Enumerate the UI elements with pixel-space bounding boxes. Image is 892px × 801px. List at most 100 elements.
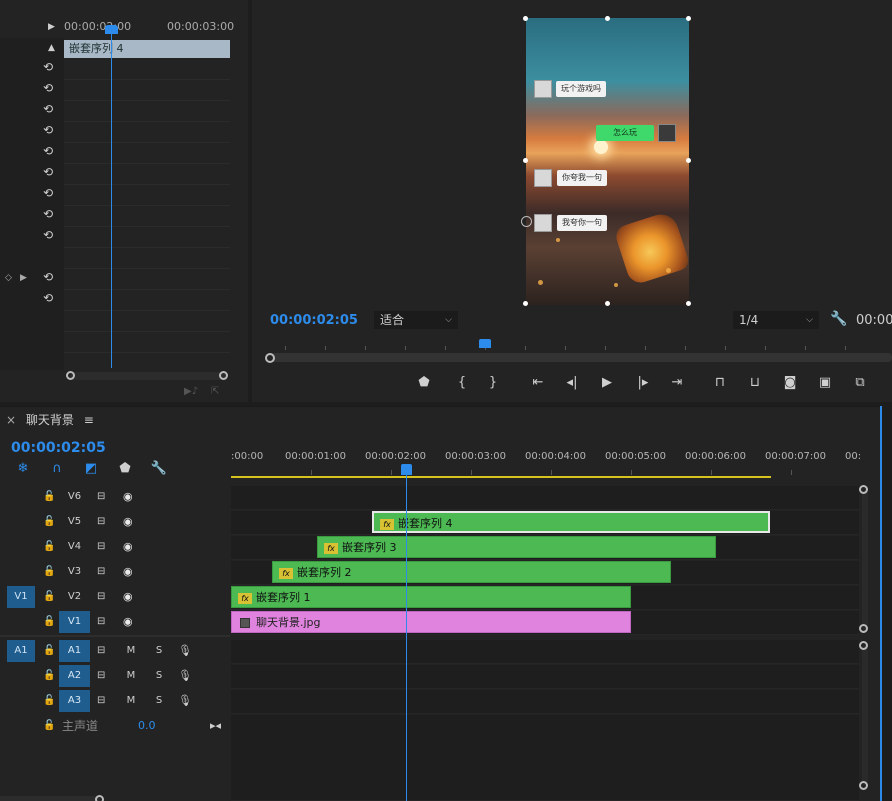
snap-magnet-icon[interactable]: ∩: [48, 460, 66, 478]
reset-icon[interactable]: ⟲: [40, 270, 56, 284]
clip-nested-1[interactable]: fx 嵌套序列 1: [231, 586, 631, 608]
export-icon[interactable]: ⇱: [211, 386, 219, 397]
monitor-playhead[interactable]: [479, 339, 491, 348]
sync-lock-icon[interactable]: ⊟: [97, 511, 111, 533]
lock-icon[interactable]: 🔓: [43, 486, 55, 508]
sync-lock-icon[interactable]: ⊟: [97, 486, 111, 508]
clip-nested-3[interactable]: fx 嵌套序列 3: [317, 536, 716, 558]
wrench-icon[interactable]: 🔧: [830, 311, 847, 327]
track-target-a2[interactable]: A2: [59, 665, 90, 687]
scroll-handle-bottom[interactable]: [859, 624, 868, 633]
mic-icon[interactable]: 🎙: [178, 665, 192, 687]
mic-icon[interactable]: 🎙: [178, 640, 192, 662]
step-forward-icon[interactable]: |▸: [633, 374, 653, 392]
go-to-out-icon[interactable]: ⇥: [667, 374, 687, 392]
lane-a1[interactable]: [231, 640, 859, 664]
fit-dropdown[interactable]: 适合 ⌵: [374, 311, 458, 329]
monitor-zoom-handle[interactable]: [265, 353, 275, 363]
resolution-dropdown[interactable]: 1/4 ⌵: [733, 311, 819, 329]
transform-handle[interactable]: [686, 158, 691, 163]
scroll-handle-top[interactable]: [859, 641, 868, 650]
solo-button[interactable]: S: [153, 690, 165, 712]
lane-v6[interactable]: [231, 486, 859, 510]
next-keyframe-icon[interactable]: ▶: [20, 273, 27, 283]
track-target-a1[interactable]: A1: [59, 640, 90, 662]
transform-handle[interactable]: [686, 301, 691, 306]
keyframe-diamond-icon[interactable]: ◇: [5, 273, 12, 283]
reset-icon[interactable]: ⟲: [40, 144, 56, 158]
reset-icon[interactable]: ⟲: [40, 228, 56, 242]
reset-icon[interactable]: ⟲: [40, 291, 56, 305]
timeline-timecode[interactable]: 00:00:02:05: [11, 440, 106, 456]
scroll-handle-top[interactable]: [859, 485, 868, 494]
anchor-point-icon[interactable]: [521, 216, 532, 227]
timeline-playhead-handle[interactable]: [401, 464, 412, 475]
sync-lock-icon[interactable]: ⊟: [97, 611, 111, 633]
ec-zoom-scrollbar[interactable]: [70, 372, 228, 380]
add-marker-icon[interactable]: ⬟: [116, 460, 134, 478]
go-to-end-icon[interactable]: ▸◂: [210, 715, 221, 737]
ec-zoom-handle-left[interactable]: [66, 371, 75, 380]
sync-lock-icon[interactable]: ⊟: [97, 665, 111, 687]
track-target-a3[interactable]: A3: [59, 690, 90, 712]
lane-a3[interactable]: [231, 690, 859, 714]
work-area-bar[interactable]: [231, 476, 771, 478]
step-back-icon[interactable]: ◂|: [562, 374, 582, 392]
reset-icon[interactable]: ⟲: [40, 81, 56, 95]
ec-zoom-handle-right[interactable]: [219, 371, 228, 380]
video-vertical-scrollbar[interactable]: [862, 490, 868, 630]
linked-selection-icon[interactable]: ◩: [82, 460, 100, 478]
ec-clip-bar[interactable]: 嵌套序列 4: [64, 40, 230, 58]
lock-icon[interactable]: 🔓: [43, 536, 55, 558]
track-target-v4[interactable]: V4: [59, 536, 90, 558]
ec-playhead-handle[interactable]: [105, 25, 118, 34]
master-volume[interactable]: 0.0: [138, 715, 156, 737]
eye-icon[interactable]: ◉: [123, 561, 139, 583]
nest-sequence-icon[interactable]: ❄: [14, 460, 32, 478]
reset-icon[interactable]: ⟲: [40, 123, 56, 137]
lock-icon[interactable]: 🔓: [43, 586, 55, 608]
lock-icon[interactable]: 🔓: [43, 640, 55, 662]
timeline-playhead[interactable]: [406, 470, 407, 801]
transform-handle[interactable]: [523, 16, 528, 21]
lock-icon[interactable]: 🔓: [43, 561, 55, 583]
transform-handle[interactable]: [523, 301, 528, 306]
track-target-v3[interactable]: V3: [59, 561, 90, 583]
mic-icon[interactable]: 🎙: [178, 690, 192, 712]
clip-nested-2[interactable]: fx 嵌套序列 2: [272, 561, 671, 583]
extract-icon[interactable]: ⊔: [745, 374, 765, 392]
mute-button[interactable]: M: [125, 690, 137, 712]
play-only-audio-icon[interactable]: ▶♪: [184, 386, 198, 397]
lock-icon[interactable]: 🔓: [43, 665, 55, 687]
tab-sequence[interactable]: × 聊天背景 ≡: [6, 411, 94, 428]
clip-nested-4[interactable]: fx 嵌套序列 4: [372, 511, 770, 533]
reset-icon[interactable]: ⟲: [40, 186, 56, 200]
reset-icon[interactable]: ⟲: [40, 207, 56, 221]
source-patch-a1[interactable]: A1: [7, 640, 35, 662]
track-target-v1[interactable]: V1: [59, 611, 90, 633]
in-point-icon[interactable]: {: [452, 374, 472, 392]
sync-lock-icon[interactable]: ⊟: [97, 640, 111, 662]
marker-icon[interactable]: ⬟: [414, 374, 434, 392]
scroll-handle-bottom[interactable]: [859, 781, 868, 790]
compare-icon[interactable]: ▣: [815, 374, 835, 392]
close-icon[interactable]: ×: [6, 413, 16, 427]
track-target-v2[interactable]: V2: [59, 586, 90, 608]
source-patch-v1[interactable]: V1: [7, 586, 35, 608]
ec-playhead[interactable]: [111, 30, 112, 368]
collapse-icon[interactable]: ▲: [48, 43, 55, 53]
transform-handle[interactable]: [523, 158, 528, 163]
track-target-v5[interactable]: V5: [59, 511, 90, 533]
eye-icon[interactable]: ◉: [123, 611, 139, 633]
monitor-zoom-scrollbar[interactable]: [270, 353, 892, 362]
lift-icon[interactable]: ⊓: [710, 374, 730, 392]
reset-icon[interactable]: ⟲: [40, 165, 56, 179]
go-to-in-icon[interactable]: ⇤: [528, 374, 548, 392]
multi-camera-icon[interactable]: ⧉: [850, 374, 870, 392]
reset-icon[interactable]: ⟲: [40, 60, 56, 74]
timeline-zoom-scrollbar[interactable]: [0, 796, 100, 801]
lock-icon[interactable]: 🔓: [43, 511, 55, 533]
track-target-v6[interactable]: V6: [59, 486, 90, 508]
eye-icon[interactable]: ◉: [123, 511, 139, 533]
eye-icon[interactable]: ◉: [123, 586, 139, 608]
